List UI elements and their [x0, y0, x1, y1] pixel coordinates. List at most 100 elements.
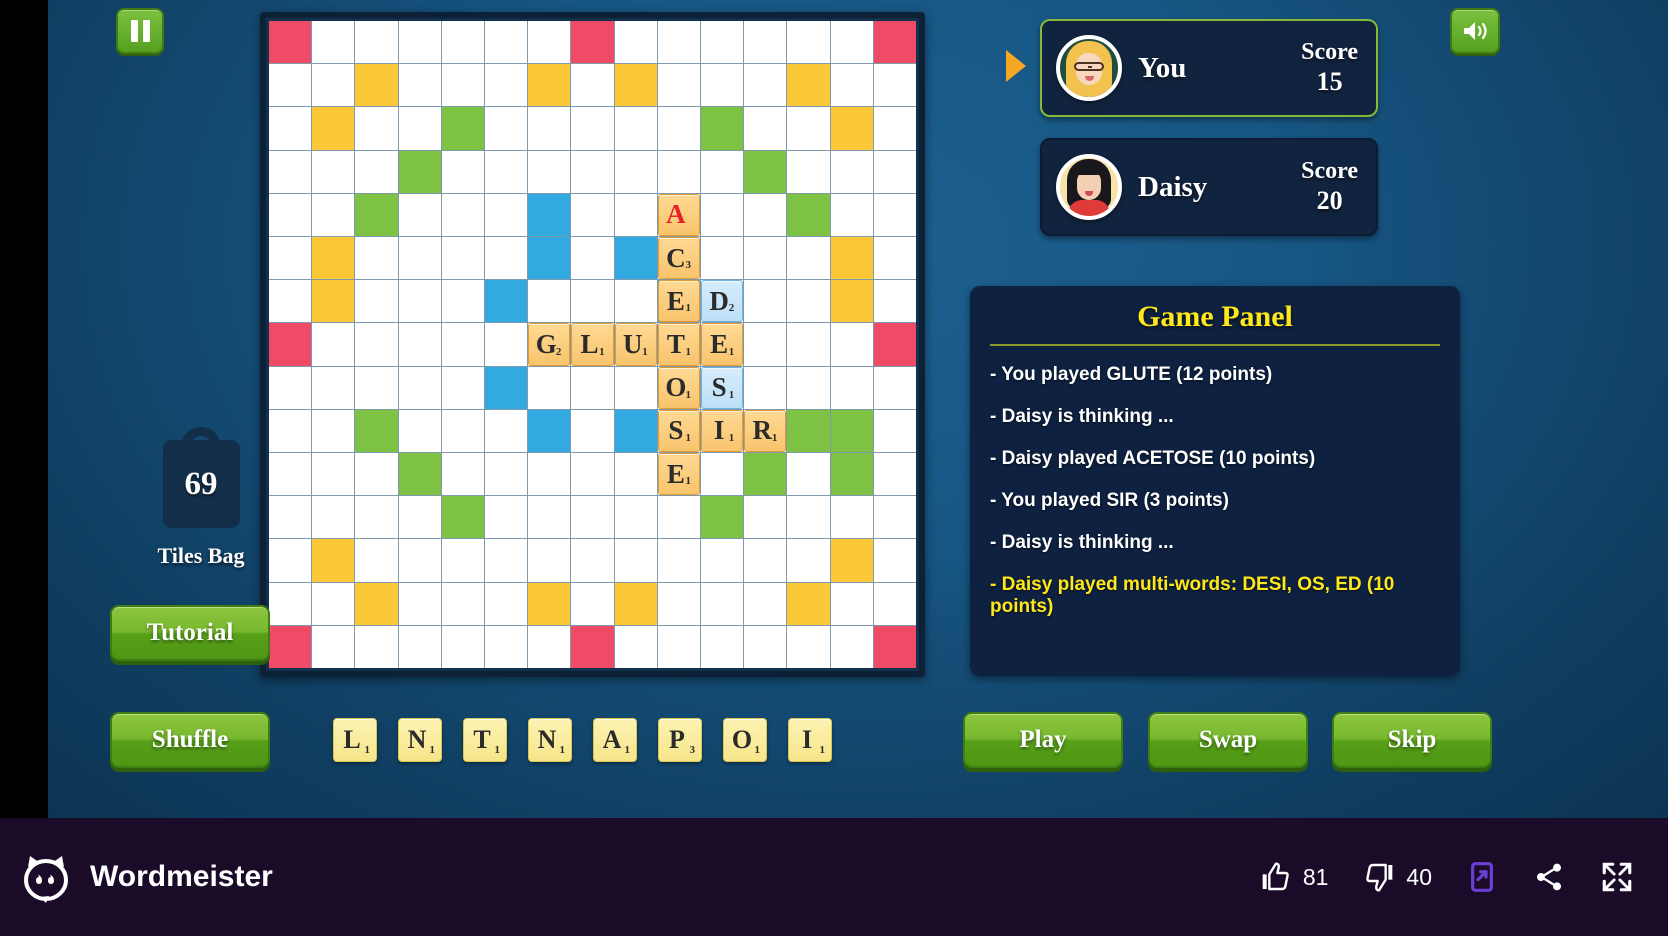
board-tile[interactable]: L1 [571, 323, 614, 366]
board-cell[interactable] [787, 453, 830, 496]
board-cell[interactable] [528, 366, 571, 409]
board-cell[interactable] [787, 237, 830, 280]
board-cell[interactable] [269, 625, 312, 668]
board-cell[interactable] [398, 237, 441, 280]
board-tile[interactable]: T1 [657, 323, 700, 366]
board-cell[interactable]: T1 [657, 323, 700, 366]
board-cell[interactable] [485, 496, 528, 539]
board-cell[interactable] [657, 582, 700, 625]
board-cell[interactable] [269, 366, 312, 409]
board-cell[interactable] [528, 107, 571, 150]
board-cell[interactable] [830, 453, 873, 496]
board-cell[interactable] [657, 539, 700, 582]
shuffle-button[interactable]: Shuffle [110, 712, 270, 768]
board-cell[interactable] [744, 582, 787, 625]
board-cell[interactable] [528, 409, 571, 452]
board-cell[interactable] [312, 280, 355, 323]
board-cell[interactable] [398, 107, 441, 150]
board-cell[interactable] [571, 409, 614, 452]
board-cell[interactable] [485, 539, 528, 582]
board-cell[interactable] [830, 193, 873, 236]
board-cell[interactable] [701, 625, 744, 668]
board-cell[interactable]: S1 [701, 366, 744, 409]
sound-toggle-button[interactable] [1450, 8, 1500, 54]
board-tile[interactable]: D2 [701, 280, 744, 323]
board-cell[interactable] [355, 280, 398, 323]
board-cell[interactable] [787, 625, 830, 668]
board-cell[interactable] [398, 366, 441, 409]
board-cell[interactable]: G2 [528, 323, 571, 366]
board-tile[interactable]: E1 [657, 453, 700, 496]
board-cell[interactable]: R1 [744, 409, 787, 452]
rack-tile[interactable]: P3 [658, 718, 702, 762]
board-cell[interactable] [830, 582, 873, 625]
board-cell[interactable] [441, 193, 484, 236]
board-cell[interactable] [701, 496, 744, 539]
board-cell[interactable] [787, 150, 830, 193]
board-cell[interactable] [614, 582, 657, 625]
board-cell[interactable] [787, 193, 830, 236]
board-cell[interactable] [312, 625, 355, 668]
board-cell[interactable] [614, 21, 657, 64]
board-cell[interactable] [355, 539, 398, 582]
board-cell[interactable] [355, 582, 398, 625]
board-cell[interactable] [787, 21, 830, 64]
board-cell[interactable] [441, 539, 484, 582]
board-tile[interactable]: U1 [614, 323, 657, 366]
board-cell[interactable] [614, 150, 657, 193]
board-cell[interactable] [269, 150, 312, 193]
board-cell[interactable] [269, 237, 312, 280]
board-tile[interactable]: O1 [657, 366, 700, 409]
board-cell[interactable] [787, 107, 830, 150]
board-cell[interactable] [873, 323, 916, 366]
board-cell[interactable] [269, 280, 312, 323]
board-cell[interactable] [657, 107, 700, 150]
board-cell[interactable] [787, 280, 830, 323]
fullscreen-button[interactable] [1600, 860, 1634, 894]
board-tile[interactable]: A [657, 193, 700, 236]
board-cell[interactable] [398, 409, 441, 452]
player-card-daisy[interactable]: Daisy Score 20 [1040, 138, 1378, 236]
board-cell[interactable] [485, 193, 528, 236]
board-cell[interactable] [485, 582, 528, 625]
like-button[interactable]: 81 [1259, 861, 1328, 893]
board-cell[interactable] [830, 21, 873, 64]
board-cell[interactable] [744, 193, 787, 236]
board-cell[interactable] [441, 280, 484, 323]
board-cell[interactable] [355, 409, 398, 452]
board-cell[interactable] [571, 150, 614, 193]
board-cell[interactable] [312, 409, 355, 452]
dislike-button[interactable]: 40 [1362, 861, 1432, 893]
board-cell[interactable] [571, 107, 614, 150]
board-cell[interactable] [485, 237, 528, 280]
board-tile[interactable]: E1 [701, 323, 744, 366]
board-cell[interactable] [571, 64, 614, 107]
board-cell[interactable] [312, 64, 355, 107]
board-cell[interactable] [528, 237, 571, 280]
board-tile[interactable]: C3 [657, 237, 700, 280]
board-cell[interactable] [701, 539, 744, 582]
board-cell[interactable] [441, 21, 484, 64]
board-cell[interactable] [312, 582, 355, 625]
rack-tile[interactable]: T1 [463, 718, 507, 762]
board-cell[interactable] [355, 107, 398, 150]
board-cell[interactable] [441, 237, 484, 280]
board-cell[interactable] [312, 453, 355, 496]
board-cell[interactable] [657, 496, 700, 539]
board-cell[interactable] [571, 21, 614, 64]
board-cell[interactable] [312, 323, 355, 366]
board-cell[interactable] [614, 280, 657, 323]
board-cell[interactable] [355, 366, 398, 409]
board-cell[interactable] [744, 237, 787, 280]
board-cell[interactable] [614, 64, 657, 107]
board-cell[interactable] [398, 64, 441, 107]
board-cell[interactable] [571, 366, 614, 409]
board-cell[interactable] [485, 21, 528, 64]
board-cell[interactable] [398, 280, 441, 323]
board-cell[interactable] [485, 453, 528, 496]
board-cell[interactable] [873, 366, 916, 409]
rack-tile[interactable]: I1 [788, 718, 832, 762]
board-tile[interactable]: I1 [701, 409, 744, 452]
swap-button[interactable]: Swap [1148, 712, 1308, 768]
board-cell[interactable] [355, 323, 398, 366]
